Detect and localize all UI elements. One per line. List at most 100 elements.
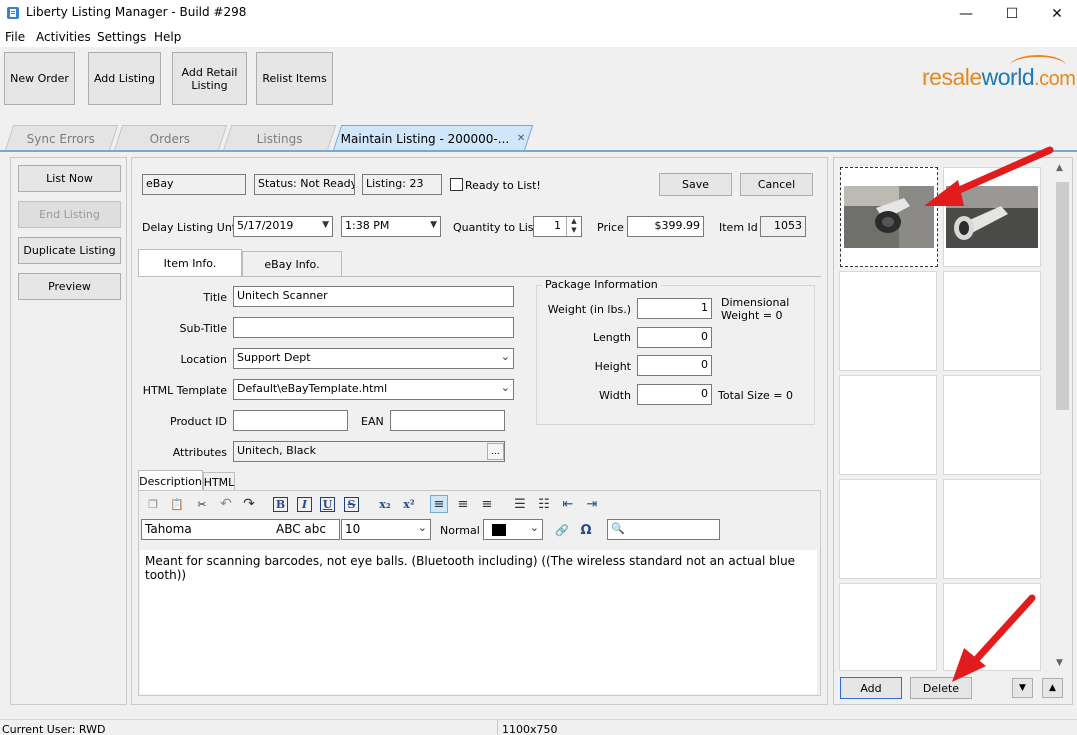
minimize-button[interactable]: — <box>943 0 989 27</box>
menu-settings[interactable]: Settings <box>97 30 146 44</box>
image-slot-5[interactable] <box>839 375 937 475</box>
total-size-label: Total Size = 0 <box>718 389 793 402</box>
ean-input[interactable] <box>390 410 505 431</box>
image-slot-9[interactable] <box>839 583 937 671</box>
image-slot-3[interactable] <box>839 271 937 371</box>
title-input[interactable]: Unitech Scanner <box>233 286 514 307</box>
attributes-browse-button[interactable]: ... <box>487 443 504 460</box>
align-center-icon[interactable]: ≡ <box>454 495 472 513</box>
annotation-arrow-top <box>924 146 1054 206</box>
font-family-select[interactable]: Tahoma ABC abc <box>141 519 340 540</box>
tab-item-info[interactable]: Item Info. <box>138 249 242 277</box>
add-retail-listing-button[interactable]: Add Retail Listing <box>172 52 247 105</box>
length-label: Length <box>593 331 631 344</box>
move-up-button[interactable]: ▲ <box>1042 678 1063 698</box>
chevron-down-icon: ⌄ <box>417 521 427 534</box>
width-label: Width <box>599 389 631 402</box>
tab-maintain-listing[interactable]: Maintain Listing - 200000-... ✕ <box>332 125 534 151</box>
undo-icon[interactable]: ↶ <box>217 495 235 513</box>
image-slot-6[interactable] <box>943 375 1041 475</box>
duplicate-listing-button[interactable]: Duplicate Listing <box>18 237 121 264</box>
delay-date-picker[interactable]: 5/17/2019 ▼ <box>233 216 333 237</box>
subscript-icon[interactable]: x₂ <box>376 495 394 513</box>
delay-time-picker[interactable]: 1:38 PM ▼ <box>341 216 441 237</box>
ean-label: EAN <box>361 415 384 428</box>
relist-items-button[interactable]: Relist Items <box>256 52 333 105</box>
height-input[interactable]: 0 <box>637 355 712 376</box>
list-now-button[interactable]: List Now <box>18 165 121 192</box>
underline-icon[interactable]: U <box>320 497 335 512</box>
add-listing-button[interactable]: Add Listing <box>88 52 161 105</box>
description-content[interactable]: Meant for scanning barcodes, not eye bal… <box>140 550 817 694</box>
tab-close-icon[interactable]: ✕ <box>517 133 525 144</box>
image-slot-4[interactable] <box>943 271 1041 371</box>
quantity-label: Quantity to List <box>453 221 538 234</box>
image-slot-7[interactable] <box>839 479 937 579</box>
tab-orders[interactable]: Orders <box>113 125 228 151</box>
tab-description[interactable]: Description <box>138 470 203 491</box>
redo-icon[interactable]: ↷ <box>240 495 258 513</box>
subtitle-input[interactable] <box>233 317 514 338</box>
close-button[interactable]: ✕ <box>1034 0 1077 27</box>
indent-icon[interactable]: ⇥ <box>583 495 601 513</box>
annotation-arrow-bottom <box>952 594 1036 682</box>
image-slot-8[interactable] <box>943 479 1041 579</box>
attributes-label: Attributes <box>172 446 227 459</box>
paragraph-style-label: Normal <box>440 524 480 537</box>
menu-help[interactable]: Help <box>154 30 181 44</box>
tab-sync-errors[interactable]: Sync Errors <box>4 125 119 151</box>
menu-file[interactable]: File <box>5 30 25 44</box>
delay-listing-label: Delay Listing Until <box>142 221 243 234</box>
tab-listings[interactable]: Listings <box>222 125 337 151</box>
scroll-down-icon[interactable]: ▼ <box>1056 658 1063 668</box>
cancel-button[interactable]: Cancel <box>740 173 813 196</box>
save-button[interactable]: Save <box>659 173 732 196</box>
search-icon: 🔍 <box>611 522 625 535</box>
location-label: Location <box>180 353 227 366</box>
bold-icon[interactable]: B <box>273 497 288 512</box>
width-input[interactable]: 0 <box>637 384 712 405</box>
numbered-list-icon[interactable]: ☷ <box>535 495 553 513</box>
paste-icon[interactable]: 📋 <box>168 495 186 513</box>
end-listing-button[interactable]: End Listing <box>18 201 121 228</box>
toolbar: New Order Add Listing Add Retail Listing… <box>0 47 1077 115</box>
ready-to-list-checkbox[interactable] <box>450 178 463 191</box>
stepper-arrows-icon[interactable]: ▲ ▼ <box>566 217 581 236</box>
menu-activities[interactable]: Activities <box>36 30 91 44</box>
superscript-icon[interactable]: x² <box>400 495 418 513</box>
align-right-icon[interactable]: ≡ <box>478 495 496 513</box>
tab-ebay-info[interactable]: eBay Info. <box>242 251 342 277</box>
italic-icon[interactable]: I <box>297 497 312 512</box>
font-size-select[interactable]: 10 ⌄ <box>341 519 431 540</box>
maximize-button[interactable]: ☐ <box>989 0 1035 27</box>
length-input[interactable]: 0 <box>637 327 712 348</box>
link-icon[interactable]: 🔗 <box>553 521 571 539</box>
special-character-icon[interactable]: Ω <box>577 521 595 539</box>
copy-icon[interactable]: ❐ <box>144 495 162 513</box>
listing-number-field: Listing: 23 <box>362 174 442 195</box>
add-image-button[interactable]: Add <box>840 677 902 699</box>
font-color-picker[interactable]: ⌄ <box>483 519 543 540</box>
strikethrough-icon[interactable]: S <box>344 497 359 512</box>
dimensional-weight-label: Dimensional Weight = 0 <box>721 296 790 322</box>
tab-html[interactable]: HTML <box>203 472 235 491</box>
resaleworld-logo: resaleworld.com <box>922 64 1076 90</box>
cut-icon[interactable]: ✂ <box>193 495 211 513</box>
find-input[interactable]: 🔍 <box>607 519 720 540</box>
weight-input[interactable]: 1 <box>637 298 712 319</box>
product-id-input[interactable] <box>233 410 348 431</box>
location-select[interactable]: Support Dept ⌄ <box>233 348 514 369</box>
align-left-icon[interactable]: ≡ <box>430 495 448 513</box>
html-template-select[interactable]: Default\eBayTemplate.html ⌄ <box>233 379 514 400</box>
chevron-down-icon: ⌄ <box>500 350 510 363</box>
price-label: Price <box>597 221 624 234</box>
new-order-button[interactable]: New Order <box>4 52 75 105</box>
ready-to-list-label: Ready to List! <box>465 179 541 192</box>
chevron-down-icon: ⌄ <box>500 381 510 394</box>
bulleted-list-icon[interactable]: ☰ <box>511 495 529 513</box>
status-bar: Current User: RWD 1100x750 <box>0 719 1077 735</box>
status-divider <box>497 720 498 735</box>
price-input[interactable]: $399.99 <box>627 216 704 237</box>
outdent-icon[interactable]: ⇤ <box>559 495 577 513</box>
preview-button[interactable]: Preview <box>18 273 121 300</box>
